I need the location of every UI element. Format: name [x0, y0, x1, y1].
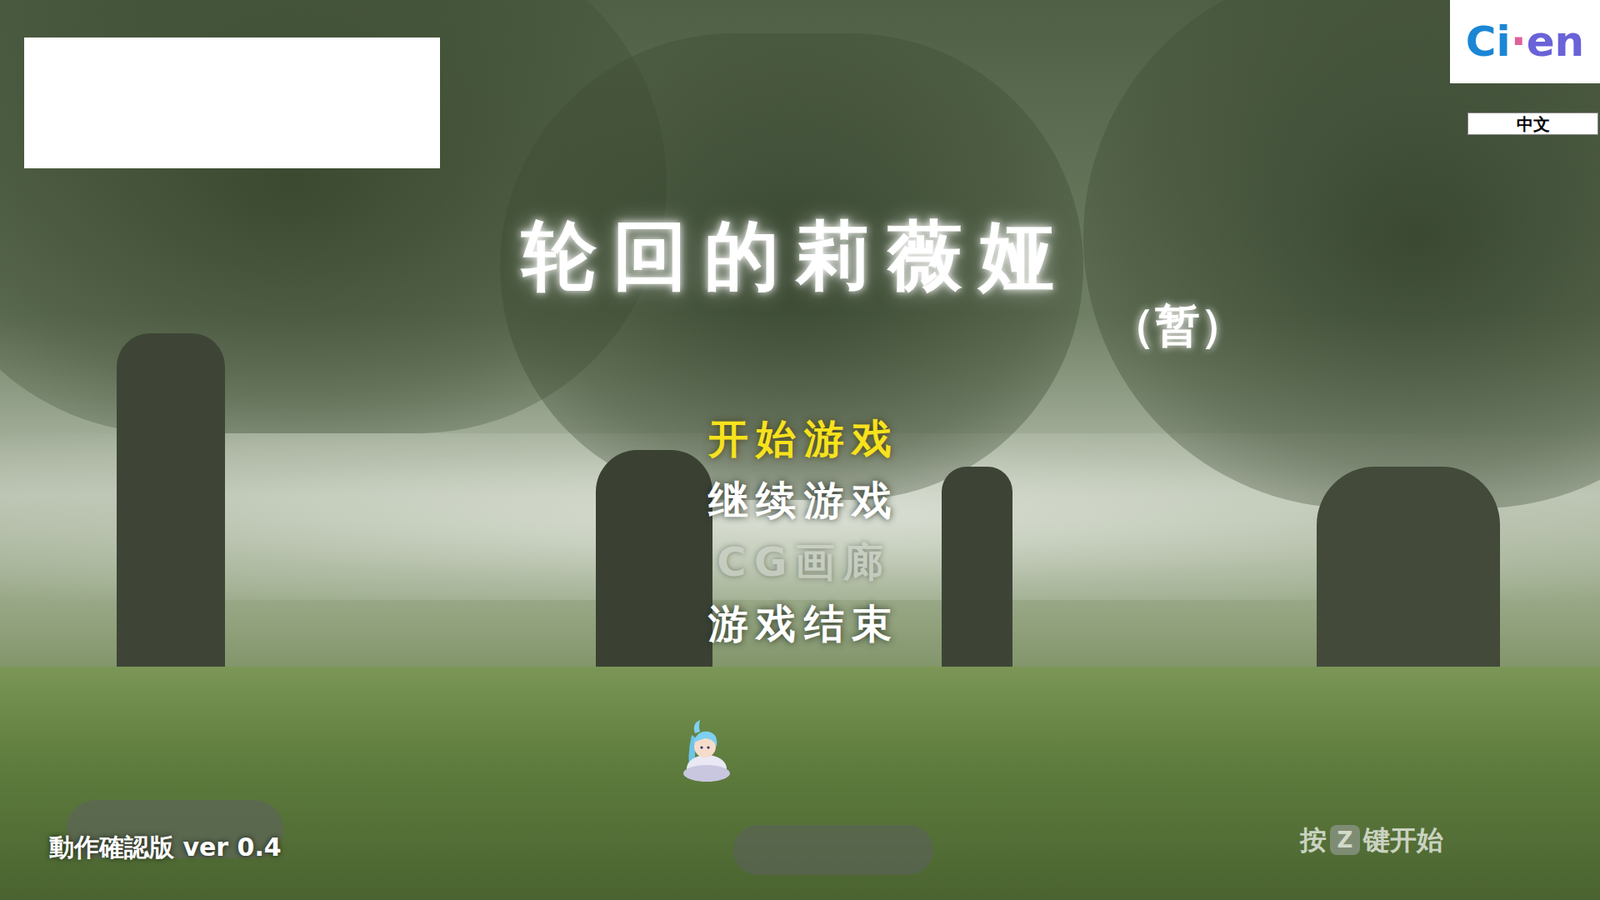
logo-text: Ci [1465, 20, 1511, 63]
menu-item[interactable]: 开始游戏 [700, 418, 900, 459]
start-hint: 按Z键开始 [1300, 825, 1444, 855]
main-menu: 开始游戏继续游戏 CG画廊游戏结束 [0, 418, 1600, 644]
version-label: 動作確認版 ver 0.4 [49, 831, 282, 864]
game-title: 轮回的莉薇娅 [521, 218, 1071, 294]
menu-item[interactable]: 继续游戏 [700, 480, 900, 520]
character-sprite-icon [666, 718, 742, 794]
logo-text: · [1510, 20, 1527, 63]
logo-text: en [1526, 20, 1585, 63]
game-subtitle: （暂） [1110, 303, 1245, 349]
rocks [733, 825, 934, 875]
menu-item: CG画廊 [709, 541, 892, 582]
menu-item[interactable]: 游戏结束 [700, 603, 900, 644]
hint-text: 键开始 [1363, 826, 1444, 854]
tree-trunk [116, 333, 225, 684]
blank-panel [24, 37, 440, 169]
ci-en-logo[interactable]: Ci·en [1450, 0, 1600, 84]
language-button[interactable]: 中文 [1467, 112, 1599, 135]
title-screen: Ci·en 中文轮回的莉薇娅 （暂） 开始游戏继续游戏 CG画廊游戏结束動作確認版 ve… [0, 0, 1600, 900]
key-cap: Z [1330, 825, 1360, 855]
title-area: 轮回的莉薇娅 [0, 218, 1600, 294]
hint-text: 按 [1300, 826, 1327, 854]
